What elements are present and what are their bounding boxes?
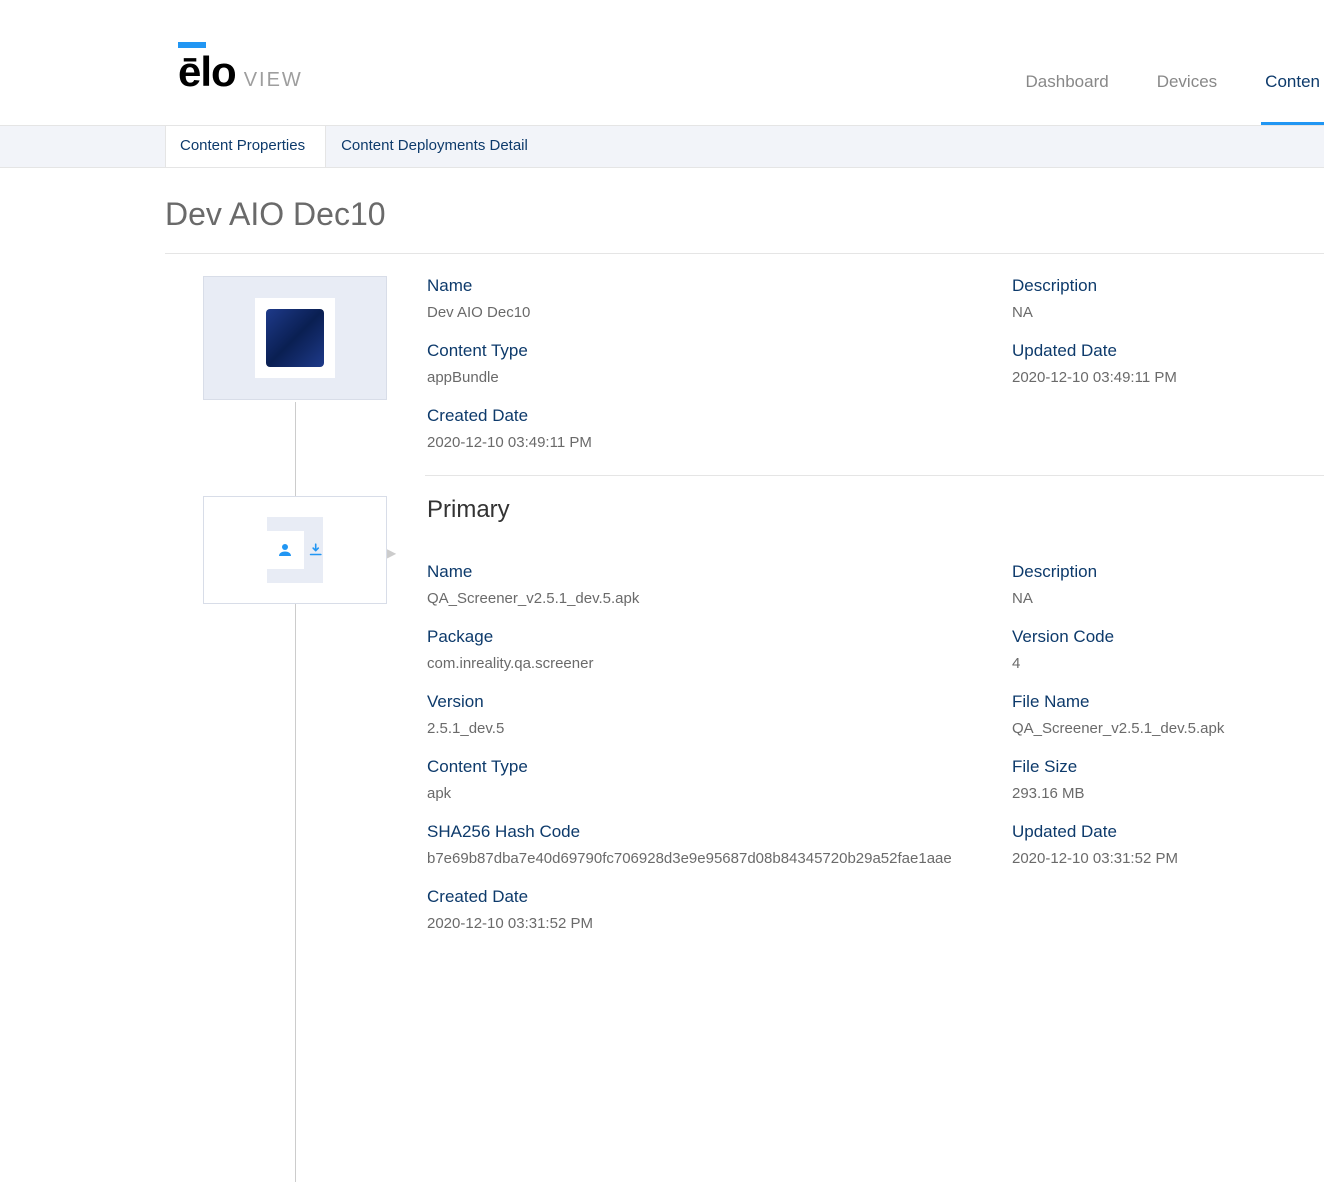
main-nav: Dashboard Devices Conten (1022, 58, 1324, 125)
app-header: ēlo VIEW Dashboard Devices Conten (0, 0, 1324, 126)
primary-created-label: Created Date (427, 887, 1304, 907)
primary-version-field: Version 2.5.1_dev.5 (427, 692, 1012, 737)
tab-content-properties[interactable]: Content Properties (165, 125, 326, 167)
nav-dashboard[interactable]: Dashboard (1022, 58, 1113, 125)
primary-sha-value: b7e69b87dba7e40d69790fc706928d3e9e95687d… (427, 850, 992, 867)
primary-file-size-value: 293.16 MB (1012, 785, 1304, 802)
primary-name-field: Name QA_Screener_v2.5.1_dev.5.apk (427, 562, 1012, 607)
bundle-created-label: Created Date (427, 406, 1304, 426)
bundle-content-type-field: Content Type appBundle (427, 341, 1012, 386)
app-icon-square (266, 309, 324, 367)
primary-version-code-value: 4 (1012, 655, 1304, 672)
primary-created-field: Created Date 2020-12-10 03:31:52 PM (427, 887, 1324, 932)
nav-devices[interactable]: Devices (1153, 58, 1221, 125)
primary-sha-field: SHA256 Hash Code b7e69b87dba7e40d69790fc… (427, 822, 1012, 867)
bundle-description-value: NA (1012, 304, 1304, 321)
primary-content-type-label: Content Type (427, 757, 992, 777)
primary-file-name-label: File Name (1012, 692, 1304, 712)
bundle-content-type-label: Content Type (427, 341, 992, 361)
logo: ēlo VIEW (178, 48, 303, 96)
bundle-created-field: Created Date 2020-12-10 03:49:11 PM (427, 406, 1324, 451)
apk-person-icon-wrap (267, 531, 304, 569)
primary-version-code-label: Version Code (1012, 627, 1304, 647)
bundle-created-value: 2020-12-10 03:49:11 PM (427, 434, 1304, 451)
primary-package-label: Package (427, 627, 992, 647)
primary-file-size-label: File Size (1012, 757, 1304, 777)
bundle-app-icon (255, 298, 335, 378)
primary-details: Primary Name QA_Screener_v2.5.1_dev.5.ap… (387, 496, 1324, 932)
bundle-row: Name Dev AIO Dec10 Description NA Conten… (165, 276, 1324, 451)
bundle-name-label: Name (427, 276, 992, 296)
primary-section-title: Primary (427, 496, 1324, 524)
bundle-icon-box[interactable] (203, 276, 387, 400)
bundle-name-field: Name Dev AIO Dec10 (427, 276, 1012, 321)
primary-content-type-value: apk (427, 785, 992, 802)
primary-package-field: Package com.inreality.qa.screener (427, 627, 1012, 672)
apk-icon-box[interactable] (203, 496, 387, 604)
person-icon (276, 541, 294, 559)
primary-file-name-field: File Name QA_Screener_v2.5.1_dev.5.apk (1012, 692, 1324, 737)
bundle-details: Name Dev AIO Dec10 Description NA Conten… (387, 276, 1324, 451)
primary-row: ▶ Primary Name QA_Screener_v2.5.1_dev.5.… (165, 496, 1324, 932)
bundle-updated-field: Updated Date 2020-12-10 03:49:11 PM (1012, 341, 1324, 386)
primary-version-code-field: Version Code 4 (1012, 627, 1324, 672)
bundle-name-value: Dev AIO Dec10 (427, 304, 992, 321)
tree-arrow-icon: ▶ (387, 546, 396, 560)
bundle-updated-value: 2020-12-10 03:49:11 PM (1012, 369, 1304, 386)
primary-description-value: NA (1012, 590, 1304, 607)
primary-description-label: Description (1012, 562, 1304, 582)
primary-package-value: com.inreality.qa.screener (427, 655, 992, 672)
primary-updated-field: Updated Date 2020-12-10 03:31:52 PM (1012, 822, 1324, 867)
primary-version-value: 2.5.1_dev.5 (427, 720, 992, 737)
primary-name-label: Name (427, 562, 992, 582)
section-divider (425, 475, 1324, 476)
bundle-description-field: Description NA (1012, 276, 1324, 321)
primary-content-type-field: Content Type apk (427, 757, 1012, 802)
primary-created-value: 2020-12-10 03:31:52 PM (427, 915, 1304, 932)
apk-inner (267, 517, 323, 583)
primary-file-name-value: QA_Screener_v2.5.1_dev.5.apk (1012, 720, 1304, 737)
primary-updated-label: Updated Date (1012, 822, 1304, 842)
download-icon (308, 542, 323, 558)
page-title: Dev AIO Dec10 (0, 168, 1324, 253)
logo-sub: VIEW (244, 69, 303, 92)
bundle-content-type-value: appBundle (427, 369, 992, 386)
primary-updated-value: 2020-12-10 03:31:52 PM (1012, 850, 1304, 867)
bundle-updated-label: Updated Date (1012, 341, 1304, 361)
logo-main: ēlo (178, 48, 236, 96)
primary-name-value: QA_Screener_v2.5.1_dev.5.apk (427, 590, 992, 607)
tabs-bar: Content Properties Content Deployments D… (0, 126, 1324, 168)
primary-version-label: Version (427, 692, 992, 712)
content-area: Name Dev AIO Dec10 Description NA Conten… (165, 254, 1324, 932)
bundle-description-label: Description (1012, 276, 1304, 296)
primary-description-field: Description NA (1012, 562, 1324, 607)
nav-content[interactable]: Conten (1261, 58, 1324, 125)
primary-file-size-field: File Size 293.16 MB (1012, 757, 1324, 802)
primary-sha-label: SHA256 Hash Code (427, 822, 992, 842)
tab-content-deployments[interactable]: Content Deployments Detail (326, 125, 549, 167)
